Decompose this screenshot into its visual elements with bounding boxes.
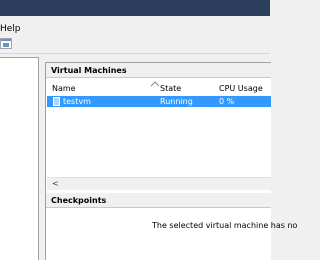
vm-row-testvm[interactable]: testvm Running 0 % — [47, 96, 271, 107]
virtual-machine-icon — [53, 97, 60, 106]
virtual-machines-title: Virtual Machines — [51, 66, 127, 75]
vm-column-headers: Name State CPU Usage — [47, 81, 271, 94]
virtual-machines-header: Virtual Machines — [46, 63, 271, 78]
navigation-pane[interactable] — [0, 57, 39, 260]
scroll-left-arrow-icon[interactable]: < — [52, 179, 59, 189]
toolbar — [0, 35, 270, 54]
vm-name-cell: testvm — [63, 97, 91, 106]
column-header-state[interactable]: State — [160, 84, 181, 94]
column-header-name[interactable]: Name — [52, 84, 76, 94]
menu-help[interactable]: Help — [0, 24, 21, 35]
vm-cpu-cell: 0 % — [219, 97, 235, 106]
column-header-cpu-usage[interactable]: CPU Usage — [219, 84, 263, 94]
menu-bar: Help — [0, 20, 270, 34]
console-window-icon[interactable] — [0, 38, 12, 49]
checkpoints-header: Checkpoints — [46, 193, 271, 208]
vm-state-cell: Running — [160, 97, 193, 106]
window-title-bar[interactable] — [0, 0, 270, 16]
checkpoints-empty-message: The selected virtual machine has no — [152, 221, 298, 230]
checkpoints-title: Checkpoints — [51, 196, 107, 205]
vm-horizontal-scrollbar[interactable]: < — [47, 177, 271, 190]
sort-ascending-icon — [150, 81, 160, 87]
